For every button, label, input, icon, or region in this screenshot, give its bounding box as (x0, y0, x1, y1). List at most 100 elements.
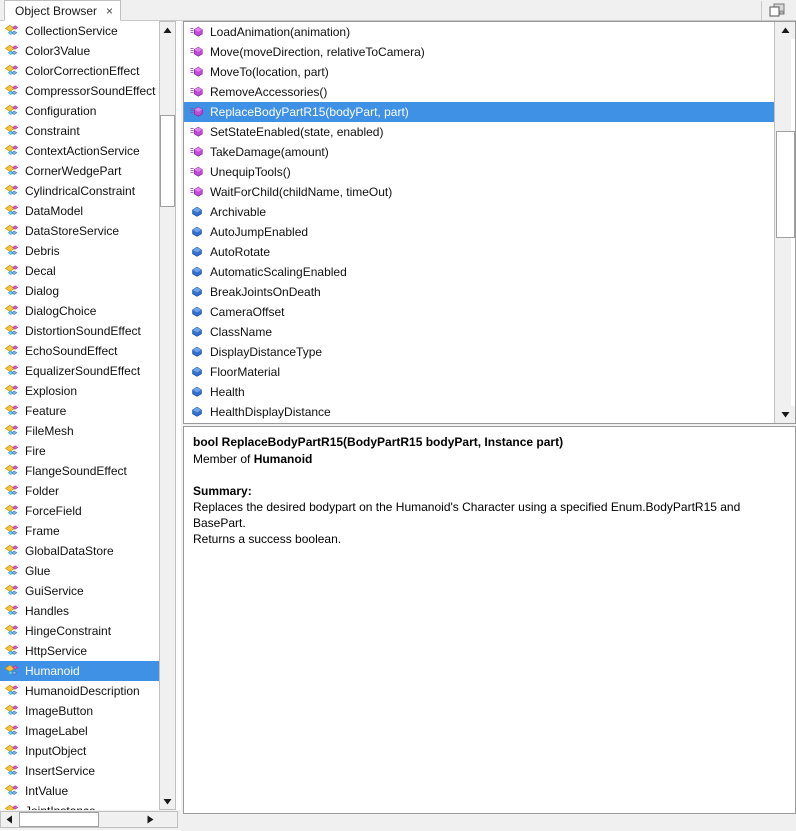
member-list-item[interactable]: UnequipTools() (184, 162, 774, 182)
member-list-item[interactable]: TakeDamage(amount) (184, 142, 774, 162)
member-list-item-label: Archivable (210, 205, 266, 219)
class-list-vertical-scrollbar[interactable] (159, 21, 176, 810)
scroll-right-button[interactable] (142, 812, 158, 827)
class-list-item[interactable]: CylindricalConstraint (0, 181, 159, 201)
scroll-up-button[interactable] (160, 22, 175, 38)
property-icon (190, 305, 204, 319)
class-list-item[interactable]: ImageLabel (0, 721, 159, 741)
class-list-item[interactable]: ContextActionService (0, 141, 159, 161)
class-list-item-label: HttpService (25, 644, 87, 658)
class-icon (5, 544, 19, 558)
class-list-item[interactable]: Decal (0, 261, 159, 281)
class-list-item-selected[interactable]: Humanoid (0, 661, 159, 681)
member-list-item[interactable]: SetStateEnabled(state, enabled) (184, 122, 774, 142)
scroll-down-button[interactable] (776, 406, 795, 423)
class-list-item[interactable]: Frame (0, 521, 159, 541)
hscroll-thumb[interactable] (19, 812, 99, 827)
class-list-item[interactable]: CornerWedgePart (0, 161, 159, 181)
class-icon (5, 684, 19, 698)
restore-window-button[interactable] (761, 1, 792, 20)
member-list-item[interactable]: FloorMaterial (184, 362, 774, 382)
class-list-item[interactable]: HttpService (0, 641, 159, 661)
class-icon (5, 124, 19, 138)
class-list-item[interactable]: Folder (0, 481, 159, 501)
class-list-item-label: Configuration (25, 104, 96, 118)
class-list-item[interactable]: Dialog (0, 281, 159, 301)
member-list-box: LoadAnimation(animation)Move(moveDirecti… (183, 21, 796, 424)
class-list-item[interactable]: CompressorSoundEffect (0, 81, 159, 101)
member-list-item[interactable]: MoveTo(location, part) (184, 62, 774, 82)
hscroll-track[interactable] (0, 811, 178, 828)
class-list-item[interactable]: Handles (0, 601, 159, 621)
class-list-item[interactable]: Fire (0, 441, 159, 461)
class-list-item[interactable]: Color3Value (0, 41, 159, 61)
member-list-item[interactable]: LoadAnimation(animation) (184, 22, 774, 42)
class-list-item[interactable]: ForceField (0, 501, 159, 521)
class-icon (5, 184, 19, 198)
class-list-item[interactable]: InputObject (0, 741, 159, 761)
class-icon (5, 44, 19, 58)
member-list-item[interactable]: Health (184, 382, 774, 402)
scroll-thumb[interactable] (160, 115, 175, 207)
class-list-item[interactable]: Feature (0, 401, 159, 421)
class-list-item[interactable]: FileMesh (0, 421, 159, 441)
class-list-item[interactable]: Constraint (0, 121, 159, 141)
member-list-item[interactable]: CameraOffset (184, 302, 774, 322)
member-of-label: Member of (193, 452, 254, 466)
class-list-item[interactable]: Explosion (0, 381, 159, 401)
scroll-down-button[interactable] (160, 793, 175, 809)
triangle-left-icon (6, 815, 13, 824)
member-list-item[interactable]: Move(moveDirection, relativeToCamera) (184, 42, 774, 62)
tab-label: Object Browser (15, 4, 97, 18)
member-list-item[interactable]: AutomaticScalingEnabled (184, 262, 774, 282)
class-list-item[interactable]: DataModel (0, 201, 159, 221)
class-list-item[interactable]: DataStoreService (0, 221, 159, 241)
class-list-item[interactable]: EqualizerSoundEffect (0, 361, 159, 381)
member-list-item[interactable]: AutoJumpEnabled (184, 222, 774, 242)
member-list-item-label: DisplayDistanceType (210, 345, 322, 359)
class-list-item[interactable]: GlobalDataStore (0, 541, 159, 561)
class-icon (5, 384, 19, 398)
class-list-item[interactable]: DistortionSoundEffect (0, 321, 159, 341)
member-list-item[interactable]: DisplayDistanceType (184, 342, 774, 362)
class-list-item[interactable]: Glue (0, 561, 159, 581)
scroll-up-button[interactable] (776, 22, 795, 39)
class-icon (5, 524, 19, 538)
class-list-item-label: CompressorSoundEffect (25, 84, 156, 98)
member-list-item[interactable]: ClassName (184, 322, 774, 342)
member-list[interactable]: LoadAnimation(animation)Move(moveDirecti… (184, 22, 774, 423)
member-list-item[interactable]: BreakJointsOnDeath (184, 282, 774, 302)
class-list-item-label: ImageLabel (25, 724, 88, 738)
class-list-item[interactable]: GuiService (0, 581, 159, 601)
member-list-item-selected[interactable]: ReplaceBodyPartR15(bodyPart, part) (184, 102, 774, 122)
class-list[interactable]: CollectionServiceColor3Value ColorCorrect… (0, 21, 159, 810)
class-icon (5, 84, 19, 98)
class-list-item[interactable]: HumanoidDescription (0, 681, 159, 701)
class-list-item[interactable]: InsertService (0, 761, 159, 781)
member-list-item[interactable]: HealthDisplayDistance (184, 402, 774, 422)
class-list-horizontal-scrollbar[interactable] (0, 810, 181, 830)
class-list-item[interactable]: Configuration (0, 101, 159, 121)
member-list-item[interactable]: RemoveAccessories() (184, 82, 774, 102)
tab-object-browser[interactable]: Object Browser × (4, 0, 121, 21)
class-list-item[interactable]: DialogChoice (0, 301, 159, 321)
class-icon (5, 324, 19, 338)
class-list-item-label: ColorCorrectionEffect (25, 64, 140, 78)
class-list-item[interactable]: FlangeSoundEffect (0, 461, 159, 481)
class-list-item[interactable]: Debris (0, 241, 159, 261)
class-list-item[interactable]: EchoSoundEffect (0, 341, 159, 361)
class-list-item[interactable]: IntValue (0, 781, 159, 801)
class-list-item[interactable]: CollectionService (0, 21, 159, 41)
member-list-vertical-scrollbar[interactable] (774, 22, 791, 423)
class-list-item[interactable]: HingeConstraint (0, 621, 159, 641)
class-list-item[interactable]: ColorCorrectionEffect (0, 61, 159, 81)
close-icon[interactable]: × (106, 5, 113, 17)
scroll-left-button[interactable] (1, 812, 17, 827)
member-list-item[interactable]: AutoRotate (184, 242, 774, 262)
member-list-item[interactable]: Archivable (184, 202, 774, 222)
class-list-item-label: ForceField (25, 504, 82, 518)
class-list-item[interactable]: ImageButton (0, 701, 159, 721)
class-list-item[interactable]: JointInstance (0, 801, 159, 810)
member-list-item[interactable]: WaitForChild(childName, timeOut) (184, 182, 774, 202)
scroll-thumb[interactable] (776, 131, 795, 238)
